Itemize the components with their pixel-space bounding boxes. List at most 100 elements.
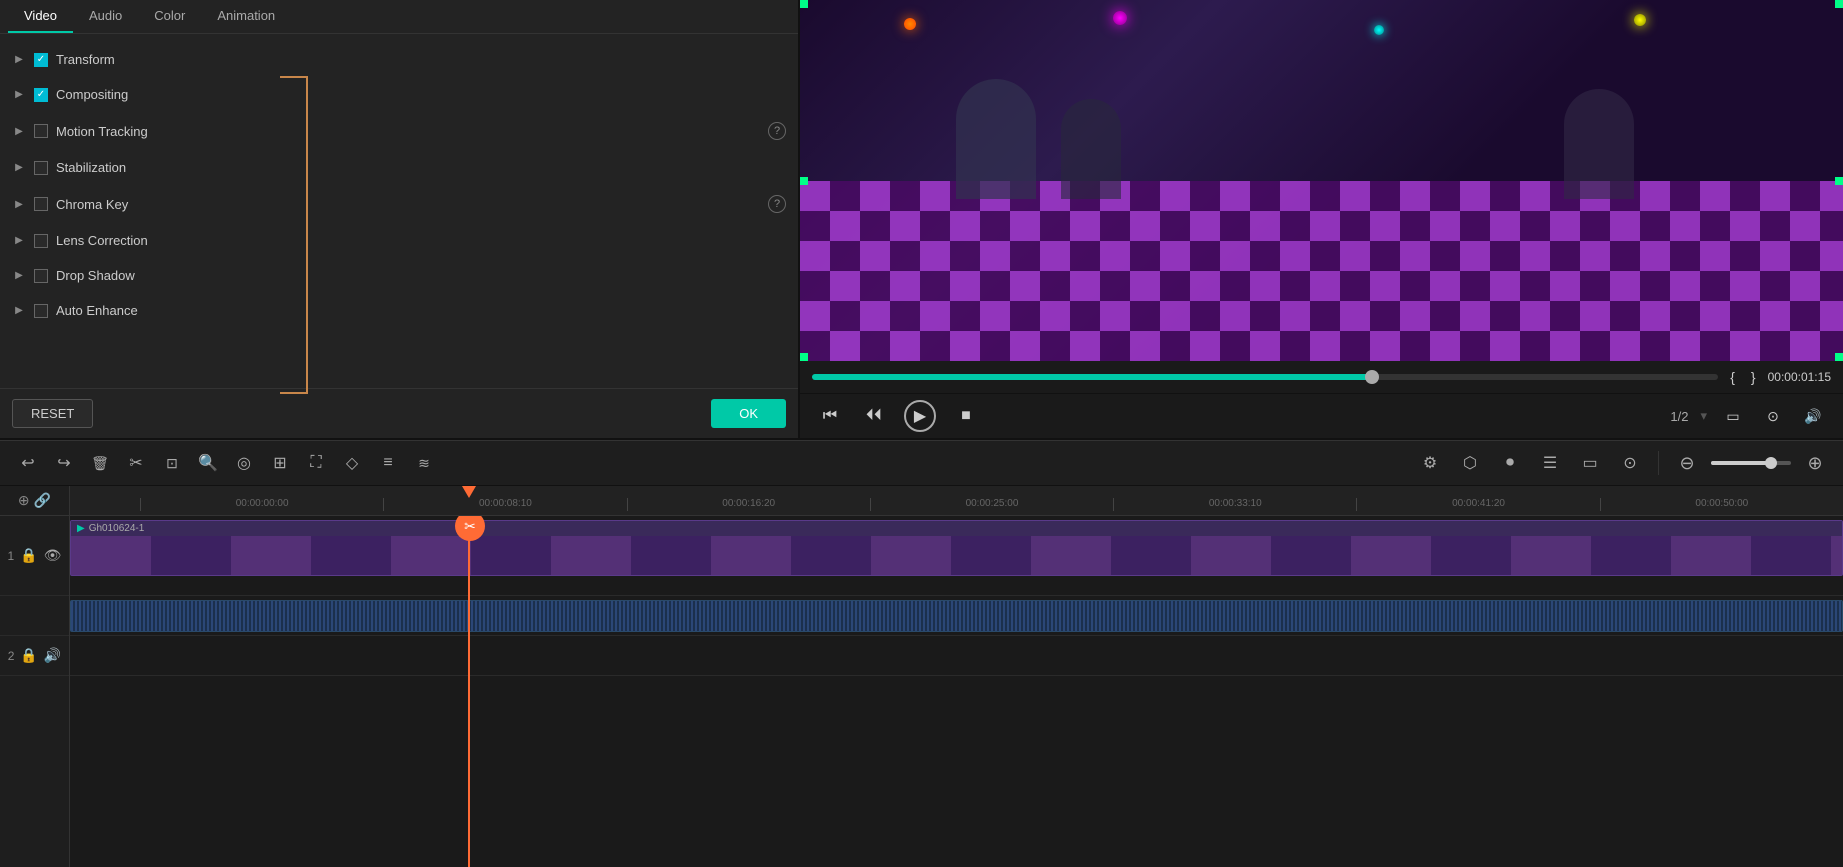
handle-middle-right[interactable] [1835,177,1843,185]
cut-button[interactable]: ✂ [120,447,152,479]
video-preview [800,0,1843,361]
prop-drop-shadow[interactable]: ▶ Drop Shadow [0,258,798,293]
zoom-fill [1711,461,1767,465]
help-motion-tracking[interactable]: ? [768,122,786,140]
mic-button[interactable]: ⏺ [1494,447,1526,479]
light-3 [1374,25,1384,35]
video-track-row: ▶ Gh010624-1 [70,516,1843,596]
video-clip[interactable]: ▶ Gh010624-1 [70,520,1843,576]
tab-audio[interactable]: Audio [73,0,138,33]
skip-back-button[interactable]: ⏮ [816,402,844,430]
prop-stabilization[interactable]: ▶ Stabilization [0,150,798,185]
prop-motion-tracking[interactable]: ▶ Motion Tracking ? [0,112,798,150]
handle-bottom-right[interactable] [1835,353,1843,361]
snapshot-button[interactable]: ⊙ [1759,402,1787,430]
stop-button[interactable]: ■ [952,402,980,430]
purple-overlay [800,181,1843,362]
camera-button[interactable]: ⊙ [1614,447,1646,479]
label-chroma-key: Chroma Key [56,197,760,212]
audio-wave-button[interactable]: ≋ [408,447,440,479]
ruler-mark-4: 00:00:33:10 [1113,498,1356,511]
eye-icon-1[interactable]: 👁 [44,547,62,564]
prop-lens-correction[interactable]: ▶ Lens Correction [0,223,798,258]
prop-auto-enhance[interactable]: ▶ Auto Enhance [0,293,798,328]
mask-button[interactable]: ◇ [336,447,368,479]
progress-fill [812,374,1374,380]
reset-button[interactable]: RESET [12,399,93,428]
zoom-slider[interactable] [1711,461,1791,465]
light-4 [1634,14,1646,26]
zoom-thumb[interactable] [1765,457,1777,469]
handle-top-left[interactable] [800,0,808,8]
prop-transform[interactable]: ▶ Transform [0,42,798,77]
checkbox-lens-correction[interactable] [34,234,48,248]
clip-header: ▶ Gh010624-1 [71,521,1842,536]
playback-right-controls: 1/2 ▾ ▭ ⊙ 🔊 [1670,402,1827,430]
progress-thumb[interactable] [1365,370,1379,384]
tab-color[interactable]: Color [138,0,201,33]
video-scrubber-bar: { } 00:00:01:15 [800,361,1843,393]
fullscreen-button[interactable]: ▭ [1719,402,1747,430]
prop-chroma-key[interactable]: ▶ Chroma Key ? [0,185,798,223]
out-point-bracket[interactable]: } [1747,367,1760,387]
tab-video[interactable]: Video [8,0,73,33]
label-motion-tracking: Motion Tracking [56,124,760,139]
help-chroma-key[interactable]: ? [768,195,786,213]
zoom-out-button[interactable]: ⊖ [1671,447,1703,479]
delete-button[interactable]: 🗑 [84,447,116,479]
zoom-in-button[interactable]: ⊕ [1799,447,1831,479]
shield-button[interactable]: ⬡ [1454,447,1486,479]
link-icon[interactable]: 🔗 [34,492,51,509]
checkbox-motion-tracking[interactable] [34,124,48,138]
redo-button[interactable]: ↪ [48,447,80,479]
tab-animation[interactable]: Animation [201,0,291,33]
captions-button[interactable]: ▭ [1574,447,1606,479]
checkbox-stabilization[interactable] [34,161,48,175]
magnet-icon[interactable]: ⊕ [18,492,30,509]
settings-button[interactable]: ⚙ [1414,447,1446,479]
list-button[interactable]: ☰ [1534,447,1566,479]
lock-icon-2[interactable]: 🔒 [20,647,37,664]
lock-icon-1[interactable]: 🔒 [20,547,37,564]
toolbar-separator [1658,451,1659,475]
main-toolbar: ↩ ↪ 🗑 ✂ ⊡ 🔍 ◎ ⊞ ⛶ ◇ ≡ ≋ ⚙ ⬡ ⏺ ☰ ▭ ⊙ ⊖ ⊕ [0,440,1843,486]
checkbox-chroma-key[interactable] [34,197,48,211]
zoom-button[interactable]: 🔍 [192,447,224,479]
adjust-button[interactable]: ≡ [372,447,404,479]
ruler-mark-2: 00:00:16:20 [627,498,870,511]
audio-waveform [71,601,1842,631]
handle-top-right[interactable] [1835,0,1843,8]
prop-compositing[interactable]: ▶ Compositing [0,77,798,112]
label-drop-shadow: Drop Shadow [56,268,786,283]
volume-icon-2[interactable]: 🔊 [44,647,61,664]
motion-button[interactable]: ◎ [228,447,260,479]
track-number-1: 1 [8,549,15,563]
in-point-bracket[interactable]: { [1726,367,1739,387]
full-button[interactable]: ⛶ [300,447,332,479]
fit-button[interactable]: ⊞ [264,447,296,479]
checkbox-compositing[interactable] [34,88,48,102]
undo-button[interactable]: ↩ [12,447,44,479]
handle-bottom-left[interactable] [800,353,808,361]
checkbox-drop-shadow[interactable] [34,269,48,283]
play-button[interactable]: ▶ [904,400,936,432]
clip-name: Gh010624-1 [89,523,145,534]
clip-thumbnails [71,536,1842,575]
timeline-ruler: ⊕ 🔗 00:00:00:00 00:00:08:10 00:00:16:20 … [0,486,1843,516]
audio-clip[interactable] [70,600,1843,632]
volume-button[interactable]: 🔊 [1799,402,1827,430]
audio-track-row [70,596,1843,636]
tracks-content: ✂ ▶ Gh010624-1 [70,516,1843,867]
arrow-drop-shadow: ▶ [12,269,26,283]
ruler-inner: 00:00:00:00 00:00:08:10 00:00:16:20 00:0… [140,486,1843,515]
crop-button[interactable]: ⊡ [156,447,188,479]
ruler-mark-1: 00:00:08:10 [383,498,626,511]
checkbox-auto-enhance[interactable] [34,304,48,318]
ok-button[interactable]: OK [711,399,786,428]
label-lens-correction: Lens Correction [56,233,786,248]
handle-middle-left[interactable] [800,177,808,185]
step-back-button[interactable]: ⏴⏴ [860,402,888,430]
person-silhouette-3 [1564,89,1634,199]
progress-bar[interactable] [812,374,1718,380]
checkbox-transform[interactable] [34,53,48,67]
